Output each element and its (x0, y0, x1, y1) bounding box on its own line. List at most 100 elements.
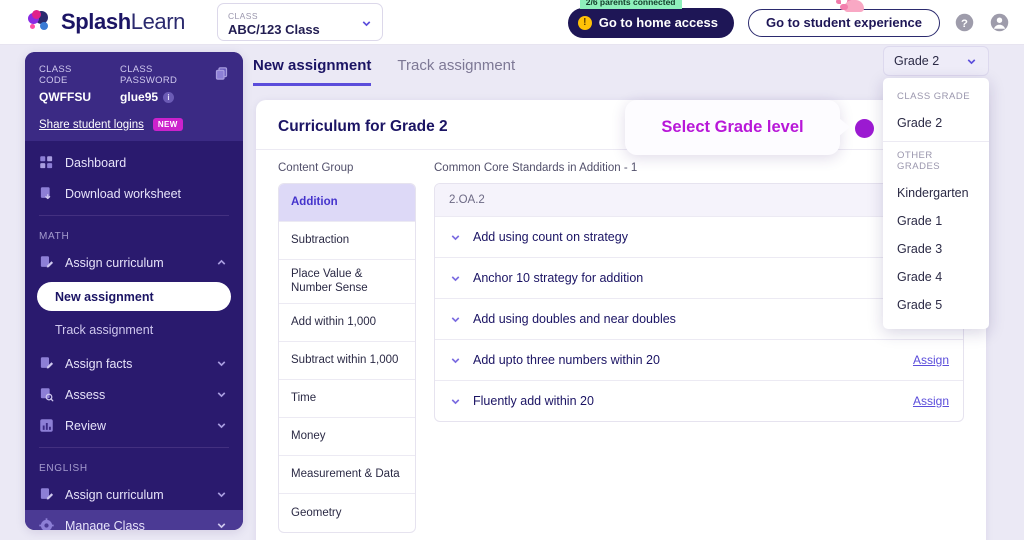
sidebar-item-manage-class[interactable]: Manage Class (25, 510, 243, 530)
new-badge: NEW (153, 118, 183, 131)
chevron-down-icon (215, 357, 228, 370)
sidebar-item-label: Manage Class (65, 519, 145, 531)
account-circle-icon[interactable] (989, 12, 1010, 33)
help-circle-icon[interactable]: ? (954, 12, 975, 33)
header-actions: 2/6 parents connected ! Go to home acces… (568, 0, 1010, 45)
grade-option-class-grade[interactable]: Grade 2 (883, 109, 989, 137)
sidebar-item-label: Dashboard (65, 156, 126, 170)
tab-new-assignment[interactable]: New assignment (253, 57, 371, 86)
class-selector[interactable]: CLASS ABC/123 Class (217, 3, 383, 41)
sidebar-item-label: Assign curriculum (65, 488, 164, 502)
grade-option-grade-4[interactable]: Grade 4 (883, 263, 989, 291)
sidebar: CLASS CODE QWFFSU CLASS PASSWORD glue95 … (25, 52, 243, 530)
skill-row: Add upto three numbers within 20 Assign (435, 339, 963, 380)
sidebar-item-download-worksheet[interactable]: Download worksheet (25, 178, 243, 209)
sidebar-item-review[interactable]: Review (25, 410, 243, 441)
go-to-home-access-button[interactable]: ! Go to home access (568, 8, 734, 38)
chevron-down-icon[interactable] (449, 231, 462, 244)
splashlearn-logo[interactable]: SplashLearn (28, 9, 185, 35)
class-grade-label: CLASS GRADE (883, 87, 989, 109)
callout-target-dot (855, 119, 874, 138)
chevron-down-icon[interactable] (449, 354, 462, 367)
content-group-item-geometry[interactable]: Geometry (279, 494, 415, 532)
content-group-label: Add within 1,000 (291, 315, 376, 329)
sidebar-section-math: MATH (25, 222, 243, 247)
content-group-header: Content Group (278, 162, 416, 174)
content-group-item-place-value[interactable]: Place Value & Number Sense (279, 260, 415, 304)
content-group-label: Measurement & Data (291, 467, 400, 481)
skill-label: Add using count on strategy (473, 230, 628, 244)
skill-label: Fluently add within 20 (473, 394, 594, 408)
grade-selected-value: Grade 2 (894, 54, 939, 68)
copy-icon[interactable] (214, 66, 229, 81)
content-group-column: Content Group Addition Subtraction Place… (278, 162, 416, 533)
class-code-value: QWFFSU (39, 90, 102, 104)
content-group-item-add-within-1000[interactable]: Add within 1,000 (279, 304, 415, 342)
content-group-item-subtract-within-1000[interactable]: Subtract within 1,000 (279, 342, 415, 380)
class-password-value-row: glue95 i (120, 90, 211, 104)
brand-secondary: Learn (131, 9, 185, 34)
grade-option-grade-3[interactable]: Grade 3 (883, 235, 989, 263)
content-group-item-subtraction[interactable]: Subtraction (279, 222, 415, 260)
chevron-up-icon (215, 256, 228, 269)
grade-dropdown-menu: CLASS GRADE Grade 2 OTHER GRADES Kinderg… (883, 78, 989, 329)
skill-label: Add upto three numbers within 20 (473, 353, 660, 367)
class-code-block: CLASS CODE QWFFSU (39, 64, 102, 104)
content-group-item-money[interactable]: Money (279, 418, 415, 456)
skill-label: Add using doubles and near doubles (473, 312, 676, 326)
home-access-label: Go to home access (599, 15, 718, 30)
sidebar-item-assign-curriculum-math[interactable]: Assign curriculum (25, 247, 243, 278)
select-grade-callout: Select Grade level (625, 100, 840, 155)
share-student-logins-link[interactable]: Share student logins (39, 119, 144, 131)
chevron-down-icon (215, 488, 228, 501)
chevron-down-icon[interactable] (449, 313, 462, 326)
menu-divider (883, 141, 989, 142)
content-group-label: Subtraction (291, 233, 349, 247)
content-group-item-measurement-data[interactable]: Measurement & Data (279, 456, 415, 494)
chevron-down-icon (215, 388, 228, 401)
sidebar-item-label: Review (65, 419, 106, 433)
sidebar-item-assign-curriculum-english[interactable]: Assign curriculum (25, 479, 243, 510)
chevron-down-icon[interactable] (449, 395, 462, 408)
logo-text: SplashLearn (61, 9, 185, 35)
content-group-label: Subtract within 1,000 (291, 353, 398, 367)
grade-option-label: Kindergarten (897, 186, 969, 200)
class-selector-label: CLASS (228, 11, 372, 21)
chevron-down-icon[interactable] (449, 272, 462, 285)
sidebar-item-assess[interactable]: Assess (25, 379, 243, 410)
go-to-student-experience-button[interactable]: Go to student experience (748, 9, 940, 37)
grade-option-grade-1[interactable]: Grade 1 (883, 207, 989, 235)
sidebar-divider (39, 215, 229, 216)
tab-track-assignment[interactable]: Track assignment (397, 57, 515, 86)
content-group-item-time[interactable]: Time (279, 380, 415, 418)
tab-label: Track assignment (397, 57, 515, 74)
download-document-icon (39, 186, 54, 201)
class-password-label: CLASS PASSWORD (120, 64, 211, 86)
sidebar-subitem-new-assignment[interactable]: New assignment (37, 282, 231, 311)
assignment-icon (39, 487, 54, 502)
student-experience-label: Go to student experience (766, 15, 922, 30)
info-icon[interactable]: i (163, 92, 174, 103)
assignment-icon (39, 356, 54, 371)
grade-option-grade-5[interactable]: Grade 5 (883, 291, 989, 319)
sidebar-divider (39, 447, 229, 448)
share-student-logins-row[interactable]: Share student logins NEW (39, 118, 229, 131)
content-group-label: Place Value & Number Sense (291, 267, 403, 296)
chevron-down-icon (215, 519, 228, 530)
assign-link[interactable]: Assign (913, 394, 949, 408)
app-header: SplashLearn CLASS ABC/123 Class 2/6 pare… (0, 0, 1024, 45)
sidebar-subitem-track-assignment[interactable]: Track assignment (37, 315, 231, 344)
title-divider (256, 149, 986, 150)
sidebar-item-assign-facts[interactable]: Assign facts (25, 348, 243, 379)
grade-selector-button[interactable]: Grade 2 (883, 46, 989, 76)
content-group-item-addition[interactable]: Addition (279, 184, 415, 222)
sidebar-item-dashboard[interactable]: Dashboard (25, 147, 243, 178)
tab-label: New assignment (253, 57, 371, 74)
card-columns: Content Group Addition Subtraction Place… (278, 162, 964, 533)
grade-option-kindergarten[interactable]: Kindergarten (883, 179, 989, 207)
class-info-panel: CLASS CODE QWFFSU CLASS PASSWORD glue95 … (25, 52, 243, 141)
splashlearn-logo-icon (28, 10, 54, 34)
other-grades-label: OTHER GRADES (883, 146, 989, 179)
assign-link[interactable]: Assign (913, 353, 949, 367)
brand-primary: Splash (61, 9, 131, 34)
